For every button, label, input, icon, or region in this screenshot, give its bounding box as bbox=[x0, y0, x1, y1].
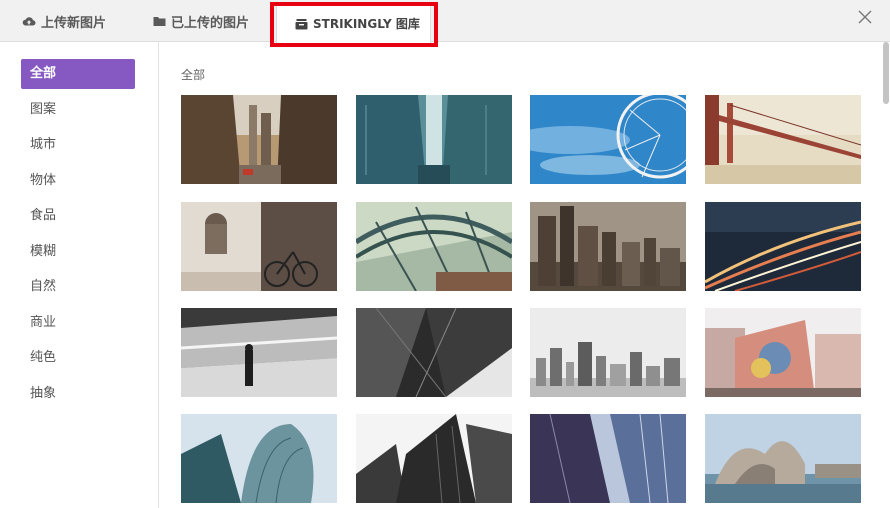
close-button[interactable] bbox=[855, 8, 875, 28]
gallery-image[interactable] bbox=[705, 414, 861, 503]
tab-strikingly-gallery[interactable]: STRIKINGLY 图库 bbox=[276, 4, 431, 43]
gallery-image[interactable] bbox=[530, 202, 686, 291]
tab-uploaded-images[interactable]: 已上传的图片 bbox=[152, 0, 249, 42]
gallery-image[interactable] bbox=[181, 308, 337, 397]
folder-icon bbox=[152, 14, 166, 28]
tab-bar: 上传新图片 已上传的图片 STRIKINGLY 图库 bbox=[0, 0, 890, 43]
image-picker-modal: 上传新图片 已上传的图片 STRIKINGLY 图库 全部 图案 城市 物体 食… bbox=[0, 0, 890, 508]
gallery-image[interactable] bbox=[530, 308, 686, 397]
gallery-image[interactable] bbox=[356, 202, 512, 291]
close-icon bbox=[858, 9, 872, 28]
gallery-image[interactable] bbox=[181, 202, 337, 291]
gallery-image[interactable] bbox=[530, 414, 686, 503]
tab-uploaded-label: 已上传的图片 bbox=[171, 15, 250, 31]
category-patterns[interactable]: 图案 bbox=[21, 95, 135, 125]
section-title: 全部 bbox=[181, 68, 206, 82]
category-sidebar: 全部 图案 城市 物体 食品 模糊 自然 商业 纯色 抽象 bbox=[0, 42, 159, 508]
category-objects[interactable]: 物体 bbox=[21, 166, 135, 196]
cloud-upload-icon bbox=[22, 14, 36, 28]
category-solid-color[interactable]: 纯色 bbox=[21, 343, 135, 373]
category-abstract[interactable]: 抽象 bbox=[21, 379, 135, 409]
category-nature[interactable]: 自然 bbox=[21, 272, 135, 302]
category-food[interactable]: 食品 bbox=[21, 201, 135, 231]
gallery-box-icon bbox=[294, 17, 308, 31]
gallery-image[interactable] bbox=[181, 95, 337, 184]
gallery-image[interactable] bbox=[356, 308, 512, 397]
scrollbar-track[interactable] bbox=[882, 42, 890, 508]
gallery-image[interactable] bbox=[705, 95, 861, 184]
gallery-image[interactable] bbox=[530, 95, 686, 184]
gallery-image[interactable] bbox=[356, 414, 512, 503]
category-city[interactable]: 城市 bbox=[21, 130, 135, 160]
tab-upload-label: 上传新图片 bbox=[41, 15, 107, 31]
scrollbar-thumb[interactable] bbox=[883, 42, 889, 104]
category-all[interactable]: 全部 bbox=[21, 59, 135, 89]
gallery-image[interactable] bbox=[705, 308, 861, 397]
tab-gallery-label: STRIKINGLY 图库 bbox=[313, 17, 420, 31]
gallery-content: 全部 bbox=[160, 42, 882, 508]
category-business[interactable]: 商业 bbox=[21, 308, 135, 338]
gallery-image[interactable] bbox=[356, 95, 512, 184]
gallery-image[interactable] bbox=[181, 414, 337, 503]
tab-upload-new-image[interactable]: 上传新图片 bbox=[22, 0, 106, 42]
category-blur[interactable]: 模糊 bbox=[21, 237, 135, 267]
gallery-image[interactable] bbox=[705, 202, 861, 291]
